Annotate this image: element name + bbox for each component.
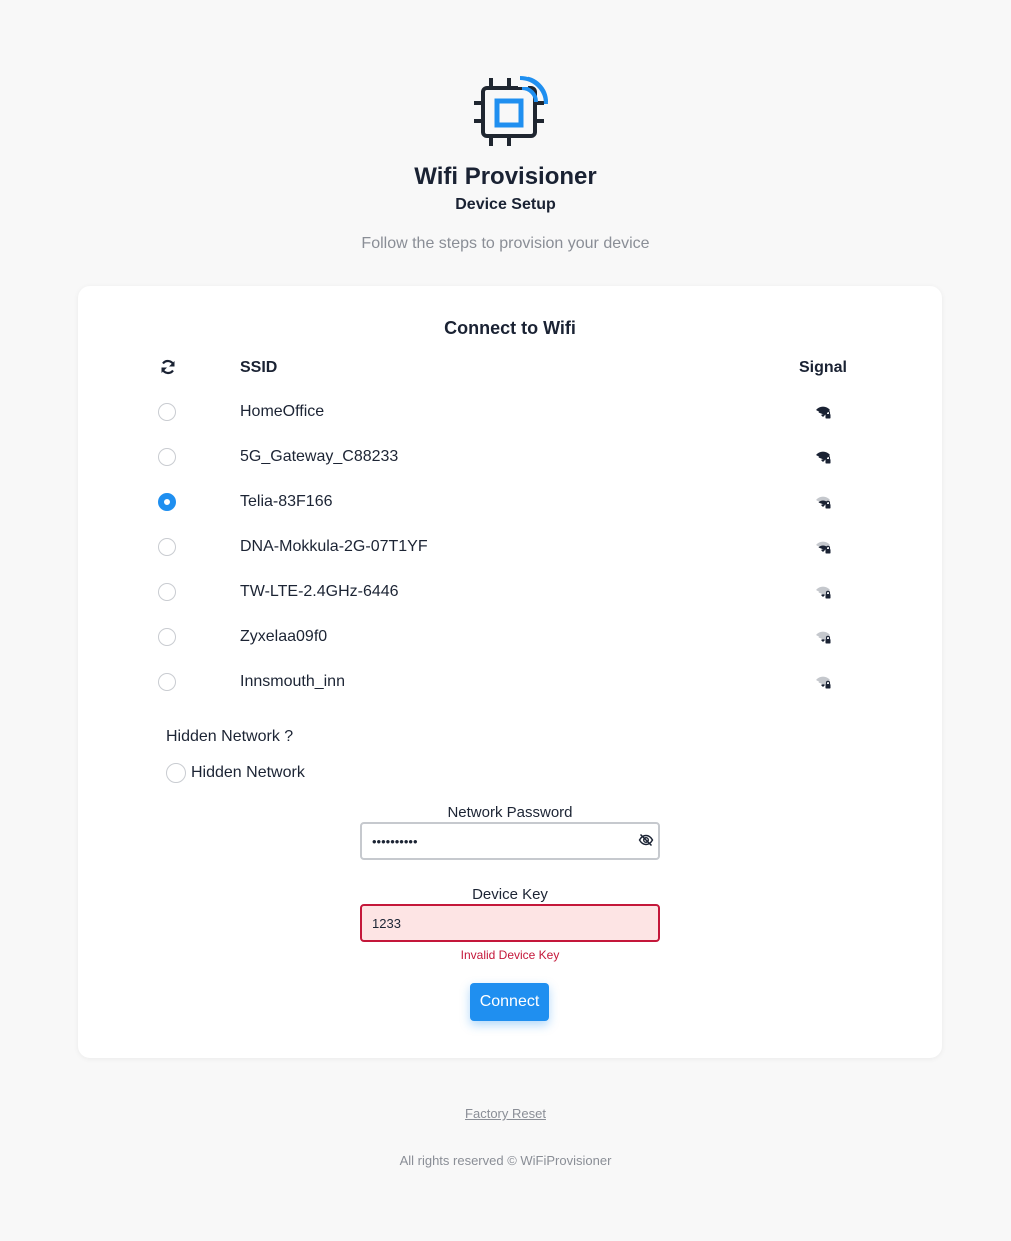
network-row[interactable]: DNA-Mokkula-2G-07T1YF <box>78 538 942 583</box>
network-radio[interactable] <box>158 583 176 601</box>
card-title: Connect to Wifi <box>444 318 576 338</box>
app-subtitle: Device Setup <box>455 196 556 213</box>
hidden-network-question: Hidden Network ? <box>166 728 294 745</box>
eye-off-icon[interactable] <box>638 832 654 848</box>
hidden-network-radio[interactable] <box>166 763 186 783</box>
network-row[interactable]: Telia-83F166 <box>78 493 942 538</box>
connect-button[interactable]: Connect <box>470 983 549 1021</box>
refresh-icon[interactable] <box>160 359 176 375</box>
wifi-card: Connect to Wifi SSID Signal HomeOffice 5G… <box>78 286 942 1058</box>
network-row[interactable]: HomeOffice <box>78 403 942 448</box>
wifi-lock-icon <box>816 586 831 599</box>
network-row[interactable]: Innsmouth_inn <box>78 673 942 718</box>
network-ssid: Zyxelaa09f0 <box>240 628 328 645</box>
device-key-label: Device Key <box>472 886 548 903</box>
wifi-lock-icon <box>816 406 831 419</box>
column-header-signal: Signal <box>798 359 847 376</box>
wifi-lock-icon <box>816 676 831 689</box>
network-ssid: Innsmouth_inn <box>240 673 345 690</box>
factory-reset: Factory Reset <box>0 1106 1011 1121</box>
chip-wifi-icon <box>474 75 548 146</box>
network-row[interactable]: 5G_Gateway_C88233 <box>78 448 942 493</box>
wifi-lock-icon <box>816 541 831 554</box>
network-ssid: HomeOffice <box>240 403 325 420</box>
network-radio[interactable] <box>158 403 176 421</box>
network-radio[interactable] <box>158 493 176 511</box>
column-header-ssid: SSID <box>240 359 278 376</box>
app-title: Wifi Provisioner <box>414 163 597 190</box>
app-description: Follow the steps to provision your devic… <box>361 235 650 252</box>
factory-reset-link[interactable]: Factory Reset <box>465 1106 546 1121</box>
network-radio[interactable] <box>158 538 176 556</box>
password-input[interactable] <box>360 822 660 860</box>
network-ssid: DNA-Mokkula-2G-07T1YF <box>240 538 428 555</box>
device-key-input[interactable] <box>360 904 660 942</box>
password-label: Network Password <box>447 804 573 821</box>
network-ssid: Telia-83F166 <box>240 493 333 510</box>
network-radio[interactable] <box>158 448 176 466</box>
network-ssid: 5G_Gateway_C88233 <box>240 448 399 465</box>
network-row[interactable]: TW-LTE-2.4GHz-6446 <box>78 583 942 628</box>
network-row[interactable]: Zyxelaa09f0 <box>78 628 942 673</box>
wifi-lock-icon <box>816 451 831 464</box>
footer: All rights reserved © WiFiProvisioner <box>399 1153 612 1168</box>
network-ssid: TW-LTE-2.4GHz-6446 <box>240 583 399 600</box>
hidden-network-label[interactable]: Hidden Network <box>191 763 305 783</box>
device-key-error: Invalid Device Key <box>460 948 560 962</box>
network-radio[interactable] <box>158 628 176 646</box>
wifi-lock-icon <box>816 496 831 509</box>
wifi-lock-icon <box>816 631 831 644</box>
network-radio[interactable] <box>158 673 176 691</box>
